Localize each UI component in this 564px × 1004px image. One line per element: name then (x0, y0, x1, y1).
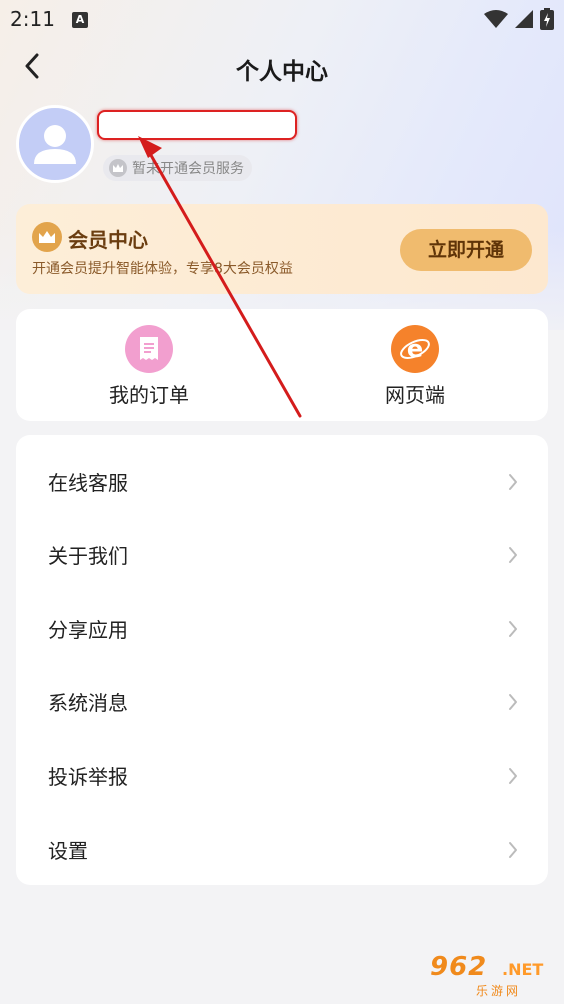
menu-item-online-support[interactable]: 在线客服 (16, 445, 548, 518)
my-orders-label: 我的订单 (109, 383, 189, 407)
crown-icon (109, 159, 127, 177)
watermark-sub: 乐游网 (476, 984, 522, 998)
my-orders-shortcut[interactable]: 我的订单 (49, 325, 249, 408)
svg-text:e: e (407, 335, 423, 363)
menu-item-share-app[interactable]: 分享应用 (16, 592, 548, 665)
menu-item-label: 在线客服 (48, 471, 128, 495)
status-icons (484, 8, 554, 30)
settings-menu: 在线客服 关于我们 分享应用 系统消息 投诉举报 设置 (16, 435, 548, 885)
open-vip-button[interactable]: 立即开通 (400, 229, 532, 271)
vip-description: 开通会员提升智能体验，专享8大会员权益 (32, 261, 293, 277)
watermark-suffix: .NET (502, 960, 544, 979)
menu-item-report[interactable]: 投诉举报 (16, 739, 548, 812)
avatar[interactable] (16, 105, 94, 183)
status-time: 2:11 (10, 7, 55, 31)
menu-item-settings[interactable]: 设置 (16, 813, 548, 886)
menu-item-label: 系统消息 (48, 691, 128, 715)
menu-item-about-us[interactable]: 关于我们 (16, 518, 548, 591)
vip-center-card[interactable]: 会员中心 开通会员提升智能体验，专享8大会员权益 立即开通 (16, 204, 548, 294)
chevron-right-icon (509, 546, 517, 563)
title-bar: 个人中心 (0, 44, 564, 90)
chevron-right-icon (509, 767, 517, 784)
menu-item-label: 投诉举报 (48, 765, 128, 789)
shortcut-card: 我的订单 e 网页端 (16, 309, 548, 421)
chevron-right-icon (509, 841, 517, 858)
chevron-right-icon (509, 693, 517, 710)
username-field[interactable] (97, 110, 297, 140)
wifi-icon (484, 10, 508, 28)
web-version-shortcut[interactable]: e 网页端 (315, 325, 515, 408)
chevron-right-icon (509, 473, 517, 490)
vip-title: 会员中心 (68, 228, 148, 252)
site-watermark: 962 .NET 乐游网 (424, 950, 560, 1000)
vip-status-text: 暂未开通会员服务 (132, 161, 244, 177)
battery-icon (540, 8, 554, 30)
vip-crown-icon (32, 222, 62, 252)
menu-item-label: 关于我们 (48, 544, 128, 568)
receipt-icon (125, 325, 173, 373)
page-title: 个人中心 (236, 59, 328, 85)
menu-item-system-messages[interactable]: 系统消息 (16, 665, 548, 738)
menu-item-label: 分享应用 (48, 618, 128, 642)
vip-status-chip[interactable]: 暂未开通会员服务 (103, 155, 252, 181)
chevron-right-icon (509, 620, 517, 637)
menu-item-label: 设置 (48, 839, 88, 863)
user-avatar-icon (34, 125, 76, 164)
watermark-main: 962 (430, 952, 488, 982)
browser-e-icon: e (391, 325, 439, 373)
signal-icon (515, 10, 533, 28)
web-version-label: 网页端 (385, 383, 445, 407)
status-bar: 2:11 A (0, 0, 564, 38)
notification-icon: A (72, 12, 88, 28)
